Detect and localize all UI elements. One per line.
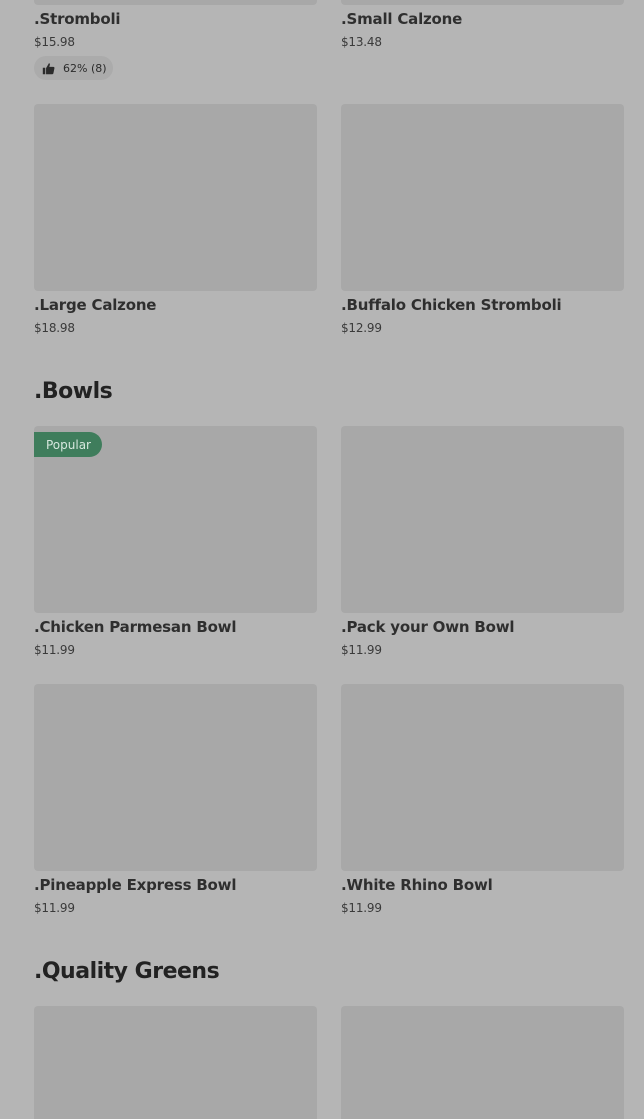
item-name[interactable]: .Stromboli (34, 10, 121, 28)
menu-item-card[interactable] (341, 426, 624, 613)
item-price: $11.99 (341, 901, 382, 915)
item-name[interactable]: .Pack your Own Bowl (341, 618, 515, 636)
item-name[interactable]: .Large Calzone (34, 296, 156, 314)
item-price: $15.98 (34, 35, 75, 49)
item-image[interactable] (34, 0, 317, 5)
menu-item-card[interactable] (341, 684, 624, 871)
item-name[interactable]: .Buffalo Chicken Stromboli (341, 296, 562, 314)
item-price: $18.98 (34, 321, 75, 335)
section-title-quality-greens: .Quality Greens (34, 959, 220, 984)
item-name[interactable]: .Chicken Parmesan Bowl (34, 618, 236, 636)
item-image[interactable] (34, 1006, 317, 1119)
item-name[interactable]: .Small Calzone (341, 10, 462, 28)
rating-badge: 62% (8) (34, 56, 113, 80)
item-price: $11.99 (341, 643, 382, 657)
item-price: $12.99 (341, 321, 382, 335)
item-name[interactable]: .Pineapple Express Bowl (34, 876, 236, 894)
item-image[interactable] (341, 104, 624, 291)
menu-item-card[interactable] (34, 1006, 317, 1119)
item-price: $13.48 (341, 35, 382, 49)
menu-item-card[interactable] (34, 104, 317, 291)
item-name[interactable]: .White Rhino Bowl (341, 876, 493, 894)
section-title-bowls: .Bowls (34, 379, 113, 404)
item-image[interactable] (341, 684, 624, 871)
menu-item-card[interactable] (341, 1006, 624, 1119)
menu-item-card[interactable] (34, 684, 317, 871)
popular-badge: Popular (34, 432, 102, 457)
rating-text: 62% (8) (63, 61, 107, 75)
item-price: $11.99 (34, 643, 75, 657)
item-price: $11.99 (34, 901, 75, 915)
item-image[interactable] (341, 1006, 624, 1119)
item-image[interactable] (341, 0, 624, 5)
item-image[interactable] (341, 426, 624, 613)
item-image[interactable]: Popular (34, 426, 317, 613)
thumbs-up-icon (42, 62, 55, 74)
menu-item-card[interactable] (341, 104, 624, 291)
item-image[interactable] (34, 104, 317, 291)
item-image[interactable] (34, 684, 317, 871)
menu-item-card[interactable]: Popular (34, 426, 317, 613)
